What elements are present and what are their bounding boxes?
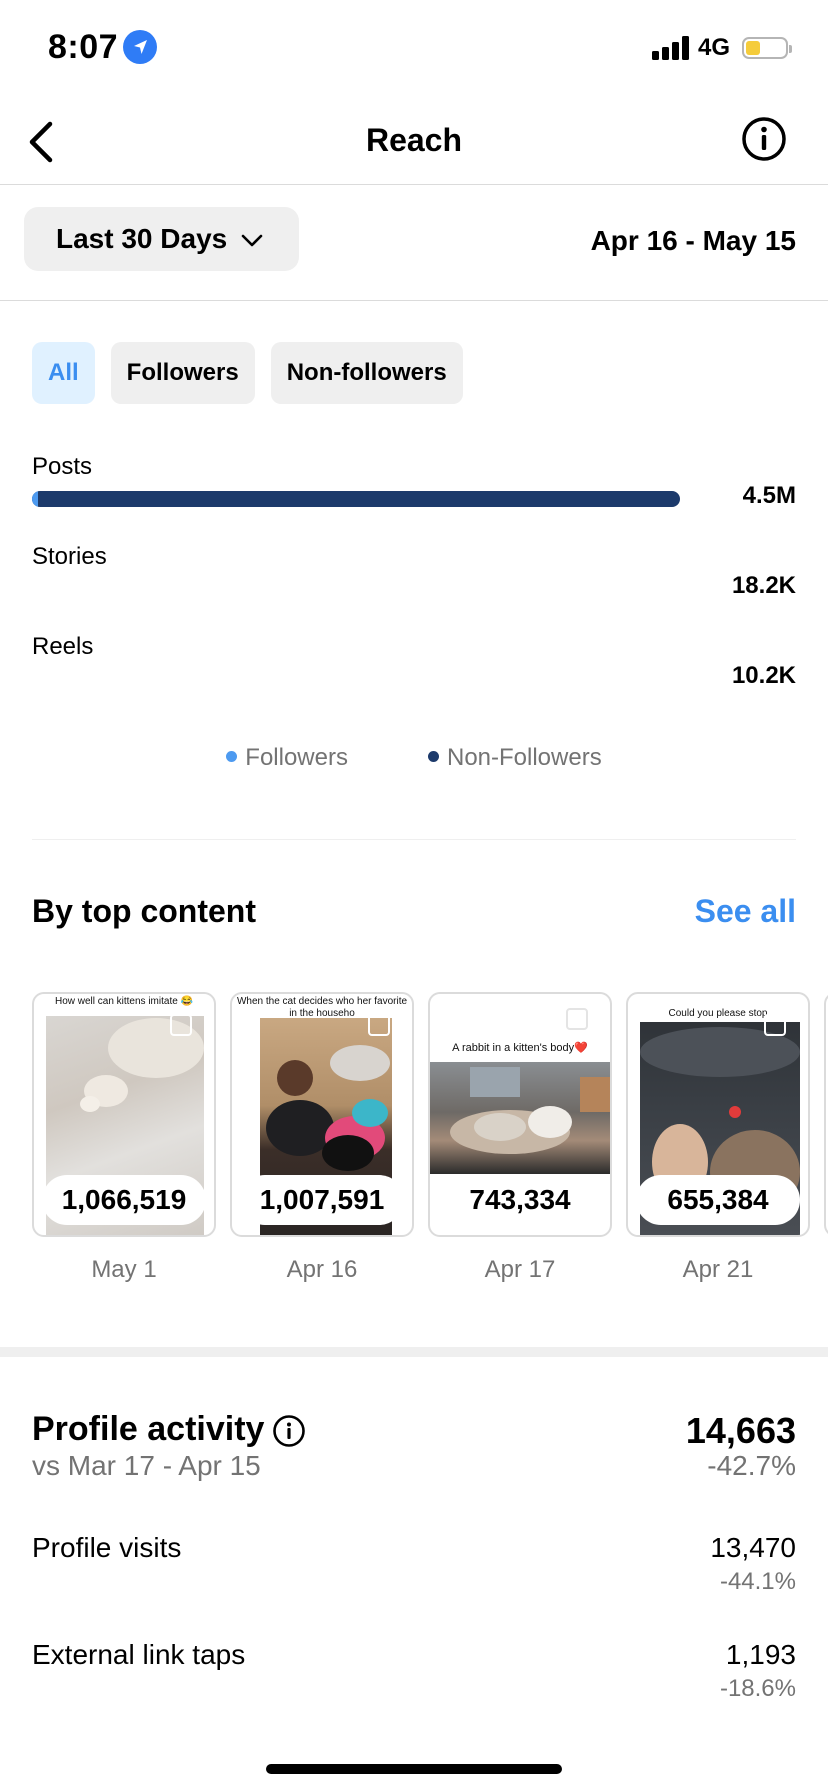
content-thumbnail	[430, 1062, 610, 1174]
stories-value: 18.2K	[731, 572, 796, 599]
reel-icon	[566, 1008, 588, 1030]
battery-icon	[742, 37, 792, 59]
external-link-taps-change: -18.6%	[719, 1675, 796, 1702]
legend-item-followers: Followers	[226, 744, 348, 772]
chevron-down-icon	[241, 223, 263, 255]
content-date: Apr 21	[682, 1256, 754, 1283]
reel-icon	[368, 1014, 390, 1036]
date-filter-row: Last 30 Days Apr 16 - May 15	[0, 185, 828, 301]
tab-non-followers[interactable]: Non-followers	[270, 342, 463, 404]
comparison-period: vs Mar 17 - Apr 15	[32, 1450, 261, 1481]
external-link-taps-value: 1,193	[725, 1639, 796, 1670]
content-card[interactable]: How well can kittens imitate 😂 1,066,519	[32, 992, 216, 1237]
nav-bar: Reach	[0, 100, 828, 185]
content-reach-count: 1,066,519	[42, 1175, 206, 1225]
divider	[32, 839, 796, 840]
date-range-dropdown[interactable]: Last 30 Days	[24, 207, 299, 271]
home-indicator	[266, 1764, 562, 1774]
location-arrow-icon	[123, 30, 157, 64]
profile-visits-label: Profile visits	[32, 1532, 182, 1563]
content-caption: How well can kittens imitate 😂	[54, 996, 194, 1007]
reels-label: Reels	[32, 633, 94, 660]
content-reach-count: 743,334	[438, 1175, 602, 1225]
posts-value: 4.5M	[742, 482, 796, 509]
profile-activity-change: -42.7%	[707, 1450, 796, 1481]
profile-visits-change: -44.1%	[719, 1568, 796, 1595]
legend-item-non-followers: Non-Followers	[427, 744, 602, 772]
content-reach-count: 1,007,591	[240, 1175, 404, 1225]
section-divider	[0, 1347, 828, 1357]
info-icon[interactable]	[740, 115, 788, 163]
content-card[interactable]: When the cat decides who her favorite in…	[230, 992, 414, 1237]
profile-activity-total: 14,663	[685, 1410, 796, 1451]
posts-bar-followers-segment	[32, 491, 38, 507]
info-icon[interactable]	[272, 1414, 306, 1448]
chart-legend: Followers Non-Followers	[0, 744, 828, 772]
audience-tabs: All Followers Non-followers	[32, 342, 463, 404]
external-link-taps-label: External link taps	[32, 1639, 246, 1670]
content-card[interactable]: Could you please stop 655,384	[626, 992, 810, 1237]
date-range-text: Apr 16 - May 15	[590, 225, 796, 256]
status-time: 8:07	[48, 28, 119, 66]
reels-value: 10.2K	[731, 662, 796, 689]
content-caption: A rabbit in a kitten's body❤️	[452, 1042, 588, 1054]
top-content-carousel[interactable]: How well can kittens imitate 😂 1,066,519…	[32, 992, 828, 1242]
profile-visits-value: 13,470	[710, 1532, 796, 1563]
see-all-link[interactable]: See all	[695, 893, 796, 930]
posts-bar	[32, 491, 680, 507]
signal-bars-icon	[652, 36, 690, 65]
date-range-selected: Last 30 Days	[56, 223, 228, 254]
network-type: 4G	[698, 34, 731, 61]
page-title: Reach	[365, 122, 463, 158]
status-bar: 8:07 4G	[0, 0, 828, 100]
content-reach-count: 655,384	[636, 1175, 800, 1225]
non-followers-dot-icon	[427, 751, 439, 763]
stories-label: Stories	[32, 543, 107, 570]
content-card[interactable]: A rabbit in a kitten's body❤️ 743,334	[428, 992, 612, 1237]
content-date: Apr 16	[286, 1256, 358, 1283]
tab-followers[interactable]: Followers	[110, 342, 255, 404]
top-content-title: By top content	[32, 893, 256, 929]
followers-dot-icon	[226, 751, 238, 763]
content-date: Apr 17	[484, 1256, 556, 1283]
posts-label: Posts	[32, 453, 93, 480]
reel-icon	[170, 1014, 192, 1036]
content-date: May 1	[91, 1256, 157, 1283]
reel-icon	[764, 1014, 786, 1036]
content-card[interactable]	[824, 992, 828, 1237]
tab-all[interactable]: All	[32, 342, 95, 404]
profile-activity-title: Profile activity	[32, 1410, 265, 1448]
